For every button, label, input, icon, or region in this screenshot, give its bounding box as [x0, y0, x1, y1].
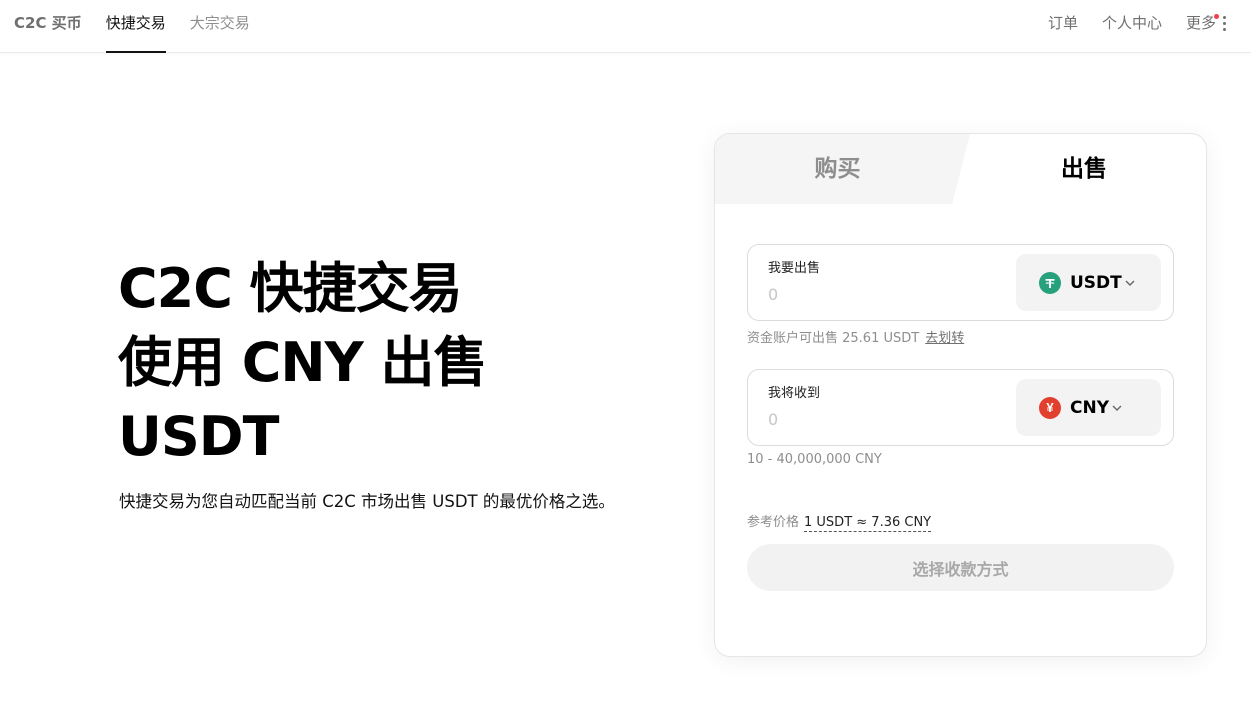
- hero-description: 快捷交易为您自动匹配当前 C2C 市场出售 USDT 的最优价格之选。: [119, 492, 615, 511]
- reference-price-value[interactable]: 1 USDT ≈ 7.36 CNY: [804, 515, 932, 532]
- receive-amount-input[interactable]: [768, 410, 998, 429]
- hero-title-line-2: 使用 CNY 出售: [118, 331, 488, 394]
- tab-buy[interactable]: 购买: [715, 134, 960, 204]
- hero-title-line-1: C2C 快捷交易: [118, 257, 463, 320]
- available-balance: 资金账户可出售 25.61 USDT 去划转: [747, 327, 964, 346]
- nav-c2c-buy[interactable]: C2C 买币: [14, 0, 82, 53]
- tab-sell[interactable]: 出售: [960, 134, 1206, 204]
- transfer-link[interactable]: 去划转: [925, 331, 964, 346]
- nav-profile[interactable]: 个人中心: [1102, 0, 1162, 46]
- receive-currency-code: CNY: [1070, 397, 1110, 418]
- sell-amount-input[interactable]: [768, 285, 998, 304]
- nav-quick-trade[interactable]: 快捷交易: [105, 0, 166, 53]
- tether-icon: [1039, 271, 1061, 294]
- receive-currency-select[interactable]: ¥ CNY: [1016, 379, 1161, 436]
- nav-more-label: 更多: [1185, 14, 1216, 32]
- limit-range: 10 - 40,000,000 CNY: [747, 452, 882, 467]
- sell-currency-select[interactable]: USDT: [1016, 254, 1161, 311]
- chevron-down-icon: [1112, 403, 1122, 413]
- hero-title: C2C 快捷交易 使用 CNY 出售 USDT: [118, 252, 488, 474]
- chevron-down-icon: [1125, 278, 1135, 288]
- available-balance-text: 资金账户可出售 25.61 USDT: [747, 331, 920, 346]
- nav-right: 订单 个人中心 更多: [1024, 0, 1229, 46]
- nav-more[interactable]: 更多: [1186, 0, 1229, 46]
- nav-block-trade[interactable]: 大宗交易: [190, 0, 250, 53]
- more-vertical-icon: [1219, 13, 1229, 33]
- hero-title-line-3: USDT: [118, 405, 279, 468]
- sell-amount-field: 我要出售 USDT: [747, 244, 1174, 321]
- yuan-icon: ¥: [1039, 396, 1061, 419]
- notification-dot: [1214, 14, 1219, 19]
- receive-amount-field: 我将收到 ¥ CNY: [747, 369, 1174, 446]
- select-payment-method-button[interactable]: 选择收款方式: [747, 544, 1174, 591]
- top-nav: C2C 买币 快捷交易 大宗交易 订单 个人中心 更多: [0, 0, 1251, 53]
- trade-tabs: 购买 出售: [715, 134, 1206, 204]
- nav-left: C2C 买币 快捷交易 大宗交易: [14, 0, 274, 53]
- reference-price: 参考价格 1 USDT ≈ 7.36 CNY: [747, 511, 932, 532]
- sell-currency-code: USDT: [1070, 272, 1122, 293]
- nav-orders[interactable]: 订单: [1048, 0, 1078, 46]
- receive-amount-label: 我将收到: [768, 386, 821, 401]
- reference-price-label: 参考价格: [747, 515, 800, 530]
- trade-card: 购买 出售 我要出售 USDT 资金账户可出售 25.61 USDT 去划转 我将…: [714, 133, 1207, 657]
- sell-amount-label: 我要出售: [768, 261, 821, 276]
